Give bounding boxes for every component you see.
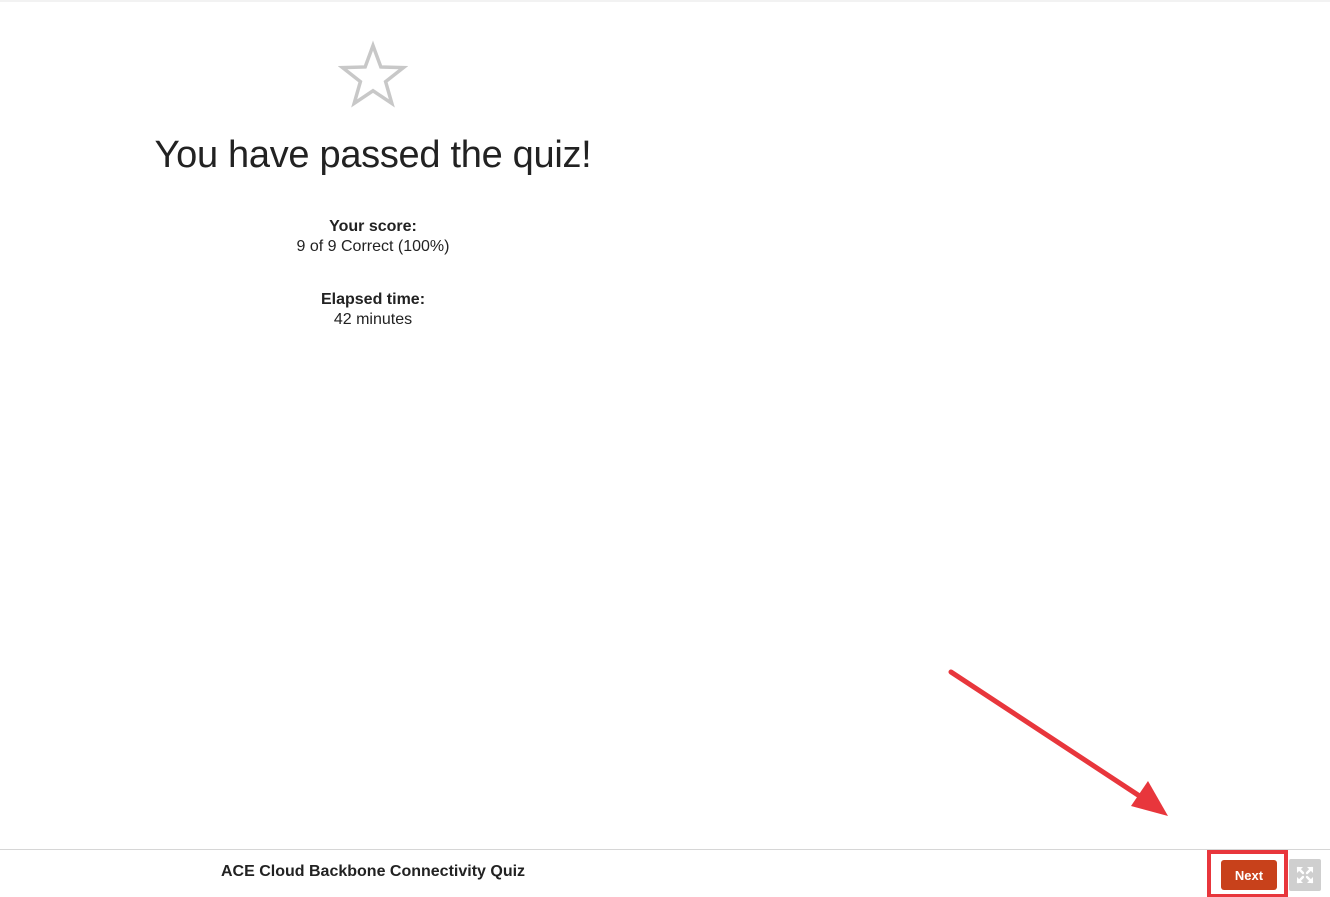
result-panel: You have passed the quiz! Your score: 9 …: [140, 40, 606, 330]
star-outline-icon: [338, 40, 408, 108]
player-footer: ACE Cloud Backbone Connectivity Quiz Nex…: [0, 849, 1330, 897]
quiz-title: ACE Cloud Backbone Connectivity Quiz: [221, 863, 526, 880]
score-label: Your score:: [329, 218, 417, 235]
expand-icon: [1296, 866, 1314, 884]
elapsed-time-label: Elapsed time:: [320, 291, 426, 308]
quiz-result-page: You have passed the quiz! Your score: 9 …: [0, 0, 1330, 897]
result-title: You have passed the quiz!: [154, 134, 592, 176]
elapsed-time-block: Elapsed time: 42 minutes: [140, 290, 606, 330]
score-block: Your score: 9 of 9 Correct (100%): [140, 217, 606, 257]
next-button[interactable]: Next: [1221, 860, 1277, 890]
elapsed-time-value: 42 minutes: [333, 311, 413, 328]
top-divider: [0, 0, 1330, 2]
fullscreen-button[interactable]: [1289, 859, 1321, 891]
score-value: 9 of 9 Correct (100%): [296, 238, 450, 255]
